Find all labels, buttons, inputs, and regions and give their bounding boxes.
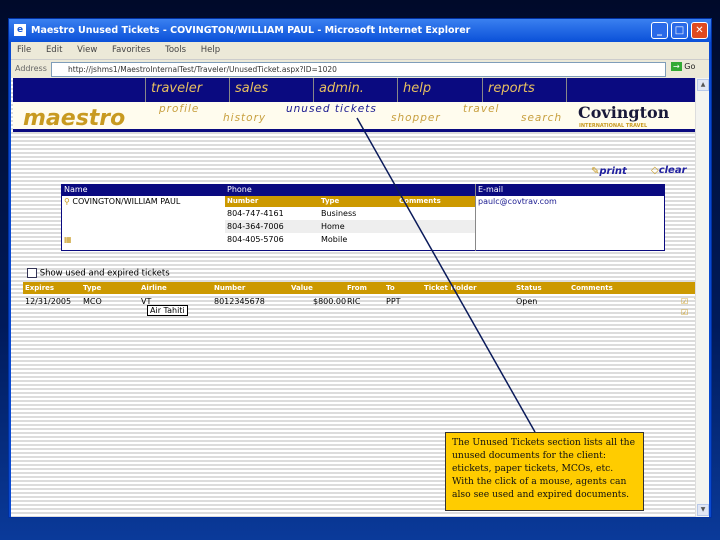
callout-box: The Unused Tickets section lists all the… [445, 432, 644, 511]
